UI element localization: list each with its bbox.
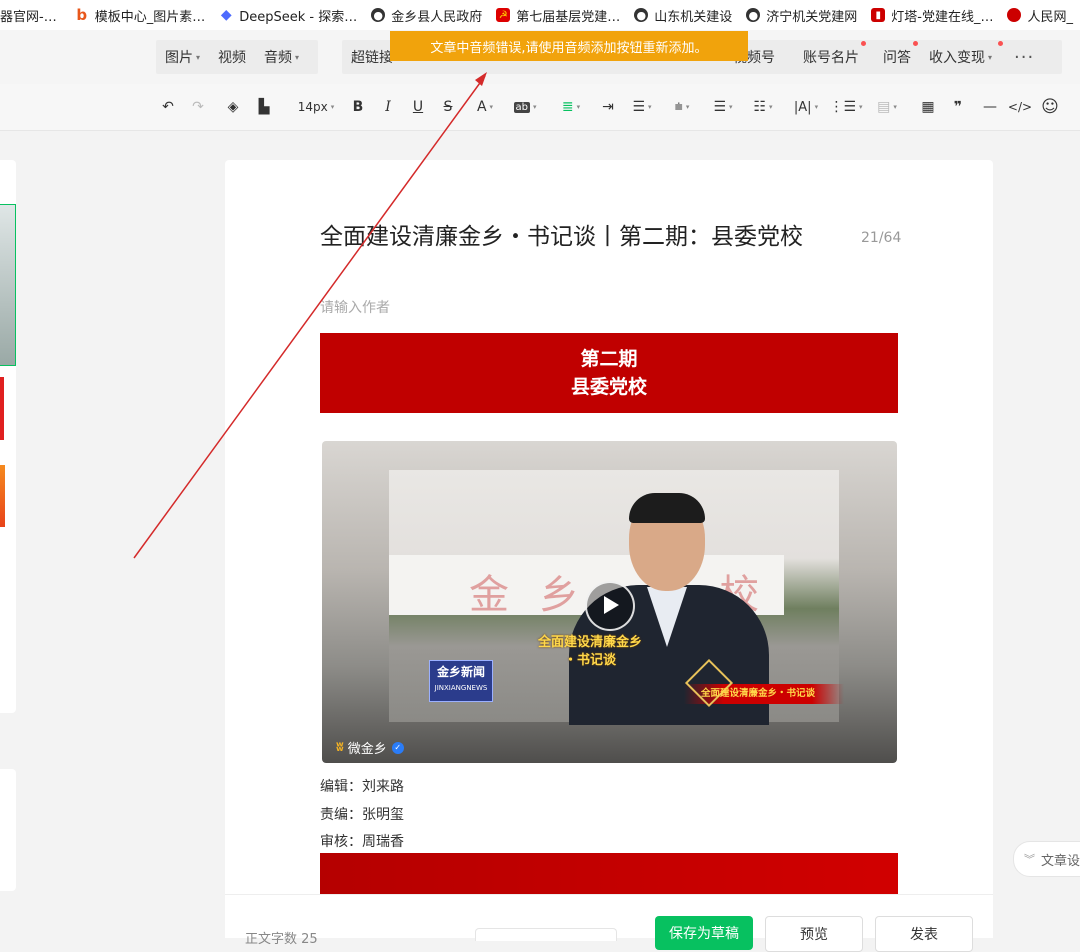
annotation-arrow <box>133 72 487 559</box>
arrow-head <box>475 72 487 86</box>
arrow-line <box>133 75 486 559</box>
